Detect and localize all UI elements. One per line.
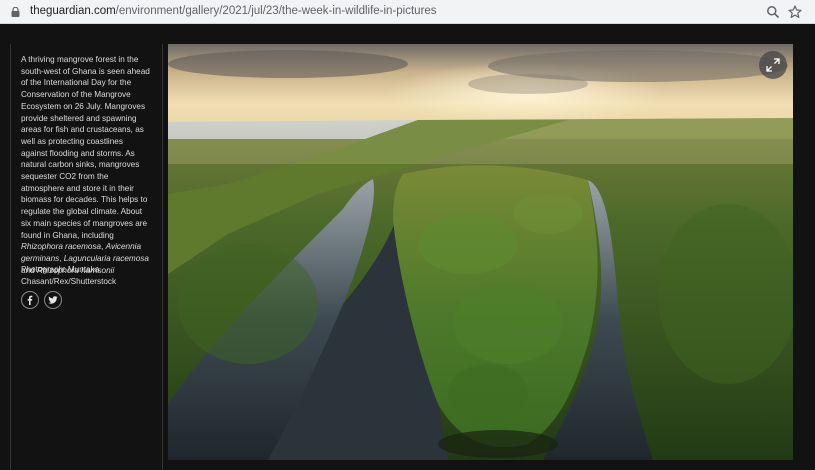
lock-icon [11, 7, 20, 17]
gallery-photo[interactable] [168, 44, 793, 460]
browser-address-bar[interactable]: theguardian.com/environment/gallery/2021… [0, 0, 815, 24]
aerial-mangrove-forest-photo [168, 44, 793, 460]
caption-intro: A thriving mangrove forest in the south-… [21, 55, 150, 240]
facebook-share-button[interactable] [21, 291, 39, 309]
photo-caption: A thriving mangrove forest in the south-… [21, 54, 151, 276]
species-name: Rhizophora racemosa [21, 242, 102, 252]
photo-credit: Photograph: Muntaka Chasant/Rex/Shutters… [21, 265, 117, 286]
sidebar-right-divider [162, 44, 163, 470]
expand-arrows-icon [766, 58, 780, 72]
url-text[interactable]: theguardian.com/environment/gallery/2021… [30, 5, 437, 17]
bookmark-star-icon[interactable] [788, 5, 802, 19]
facebook-icon [27, 295, 33, 305]
twitter-bird-icon [48, 296, 58, 304]
twitter-share-button[interactable] [44, 291, 62, 309]
zoom-icon[interactable] [766, 5, 780, 19]
gallery-page: A thriving mangrove forest in the south-… [0, 24, 815, 470]
url-path: /environment/gallery/2021/jul/23/the-wee… [115, 5, 437, 17]
sidebar-left-divider [10, 44, 11, 470]
url-host: theguardian.com [30, 5, 116, 17]
expand-photo-button[interactable] [759, 51, 787, 79]
species-name: Laguncularia racemosa [63, 253, 149, 263]
